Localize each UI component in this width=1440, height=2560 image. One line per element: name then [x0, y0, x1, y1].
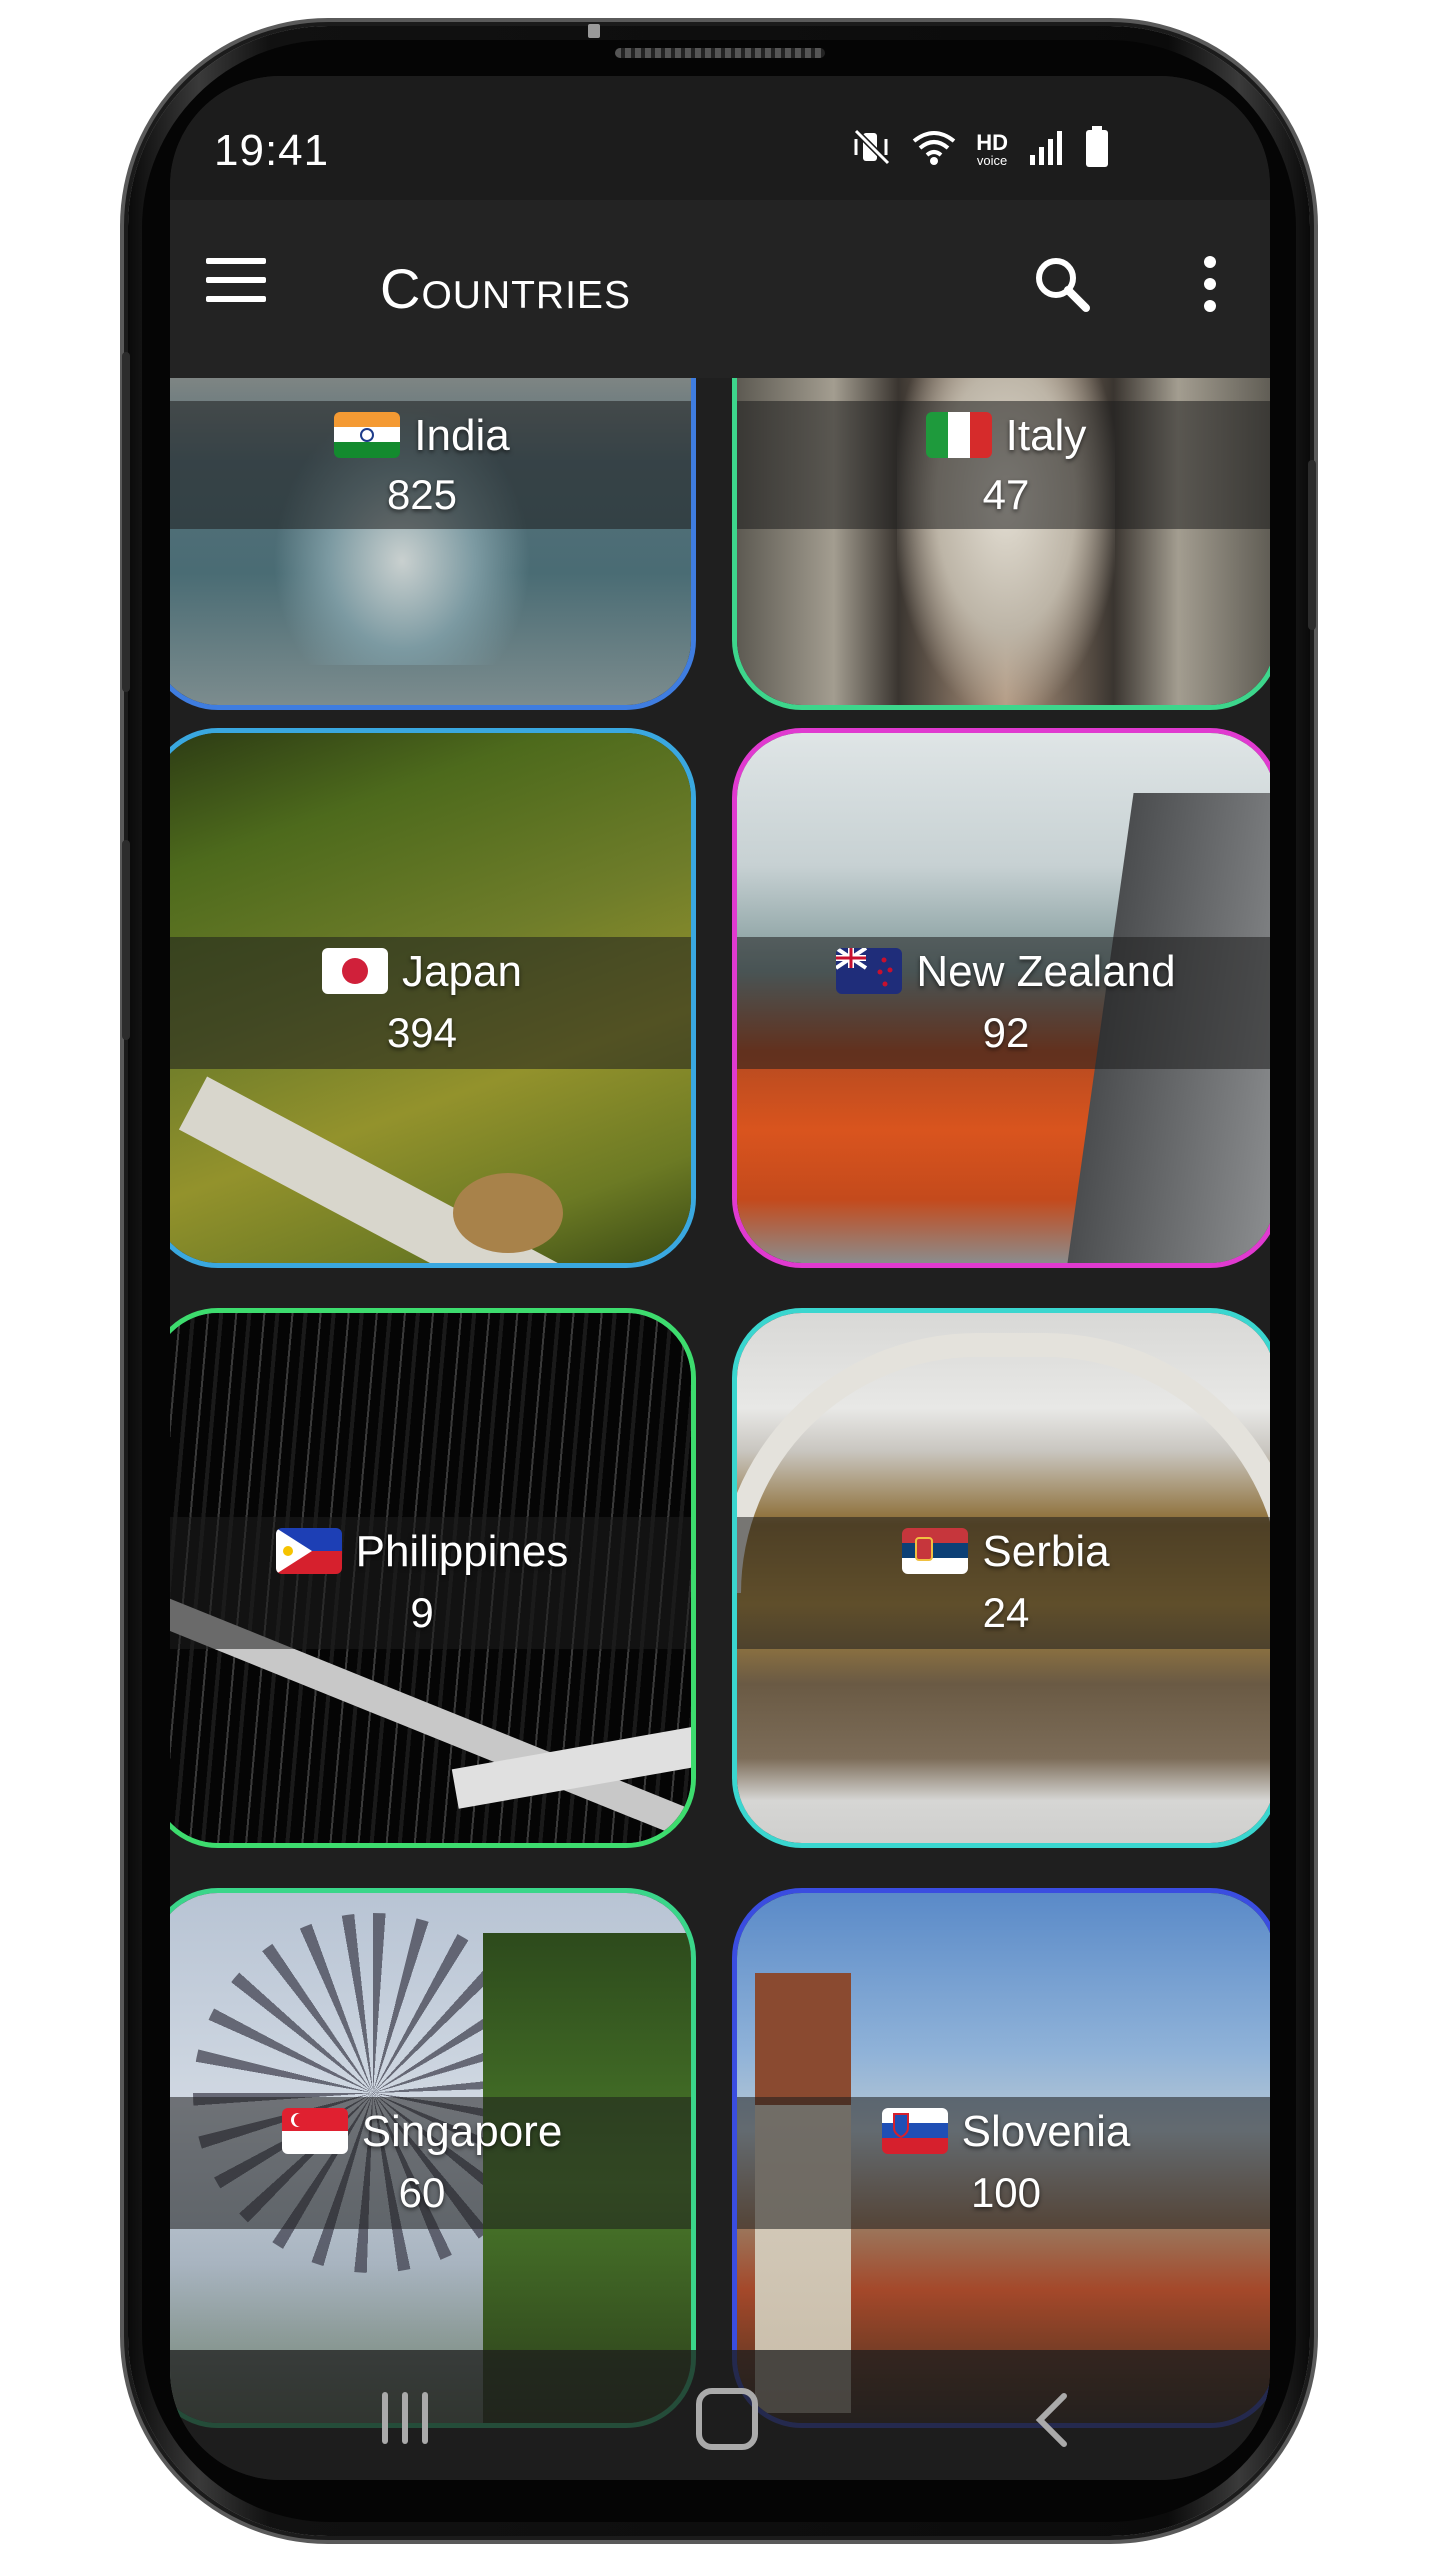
wooden-ladle: [453, 1173, 563, 1253]
photo-count: 9: [410, 1589, 434, 1636]
search-icon[interactable]: [1030, 252, 1094, 316]
status-time: 19:41: [214, 126, 330, 175]
serbia-flag-icon: [902, 1528, 969, 1574]
country-name: Singapore: [361, 2107, 563, 2156]
country-card-singapore[interactable]: Singapore 60: [170, 1888, 696, 2428]
japan-flag-icon: [322, 948, 389, 994]
country-card-philippines[interactable]: Philippines 9: [170, 1308, 696, 1848]
country-name: New Zealand: [916, 947, 1176, 996]
back-icon[interactable]: [1032, 2390, 1072, 2450]
photo-count: 92: [982, 1009, 1030, 1056]
country-card-new-zealand[interactable]: New Zealand 92: [732, 728, 1270, 1268]
country-name: India: [414, 411, 510, 460]
new-zealand-flag-icon: [836, 948, 903, 994]
country-card-slovenia[interactable]: Slovenia 100: [732, 1888, 1270, 2428]
photo-count: 60: [398, 2169, 446, 2216]
hamburger-menu-icon[interactable]: [206, 258, 266, 304]
country-card-japan[interactable]: Japan 394: [170, 728, 696, 1268]
country-name: Slovenia: [961, 2107, 1131, 2156]
earpiece-speaker: [615, 48, 825, 58]
more-vert-icon[interactable]: [1200, 256, 1220, 320]
wifi-icon: [910, 127, 958, 172]
photo-count: 47: [982, 471, 1030, 518]
country-card-serbia[interactable]: Serbia 24: [732, 1308, 1270, 1848]
power-button: [1308, 460, 1316, 630]
system-nav-bar: [170, 2350, 1270, 2480]
country-name: Japan: [402, 947, 522, 996]
page-title: Countries: [380, 257, 631, 320]
hd-label: HD: [976, 130, 1008, 155]
photo-count: 24: [982, 1589, 1030, 1636]
home-icon[interactable]: [696, 2388, 758, 2450]
italy-flag-icon: [925, 412, 992, 458]
photo-count: 100: [970, 2169, 1042, 2216]
bixby-button: [122, 840, 130, 1040]
top-notch: [588, 24, 600, 38]
country-name: Italy: [1005, 411, 1087, 460]
volume-button: [122, 352, 130, 692]
voice-label: voice: [976, 153, 1008, 168]
recent-apps-icon[interactable]: [382, 2392, 442, 2448]
country-name: Philippines: [355, 1527, 569, 1576]
phone-screen: 19:41 HD voice Countries India 825 Italy…: [170, 76, 1270, 2480]
india-flag-icon: [334, 412, 401, 458]
status-icons: HD voice: [852, 126, 1110, 173]
photo-count: 394: [386, 1009, 458, 1056]
slovenia-flag-icon: [881, 2108, 948, 2154]
hd-voice-icon: HD voice: [976, 130, 1008, 168]
singapore-flag-icon: [281, 2108, 348, 2154]
vibrate-mute-icon: [852, 127, 892, 172]
country-card-italy[interactable]: Italy 47: [732, 378, 1270, 710]
philippines-flag-icon: [275, 1528, 342, 1574]
app-bar: Countries: [170, 200, 1270, 378]
status-bar: 19:41 HD voice: [170, 76, 1270, 200]
signal-icon: [1026, 127, 1066, 172]
country-grid: India 825 Italy 47 Japan 394 New Zealand: [170, 378, 1270, 2480]
country-name: Serbia: [982, 1527, 1110, 1576]
country-card-india[interactable]: India 825: [170, 378, 696, 710]
photo-count: 825: [386, 471, 458, 518]
battery-icon: [1084, 126, 1110, 173]
